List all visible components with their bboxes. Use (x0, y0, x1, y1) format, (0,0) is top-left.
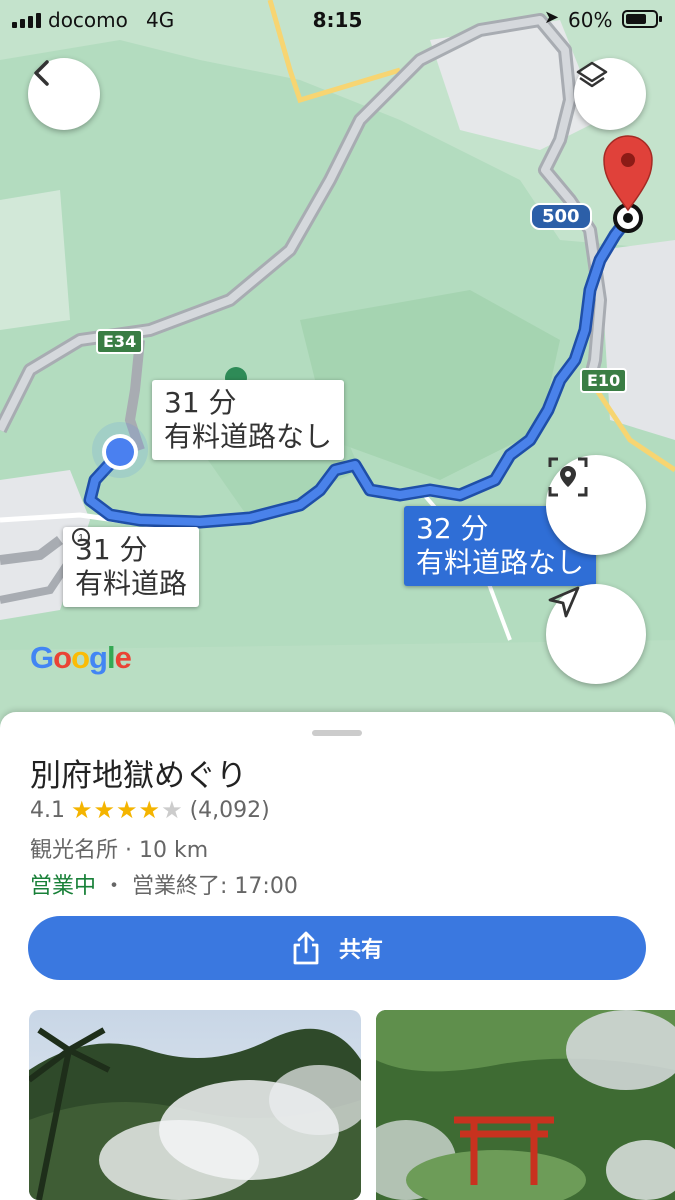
hours-row[interactable]: 営業中 ・ 営業終了: 17:00 (30, 868, 298, 900)
closing-time: 営業終了: 17:00 (132, 874, 298, 899)
road-shield-500: 500 (530, 203, 592, 230)
review-count: (4,092) (189, 797, 270, 823)
route-desc: 有料道路 (75, 567, 188, 600)
road-shield-e34: E34 (96, 329, 144, 354)
place-focus-icon (548, 457, 588, 497)
road-shield-e10: E10 (580, 368, 628, 393)
drag-handle[interactable] (312, 730, 362, 736)
rating-row[interactable]: 4.1 ★★★★★ (4,092) (30, 796, 270, 824)
battery-icon (622, 10, 662, 28)
photo-image (376, 1010, 675, 1200)
back-arrow-icon (34, 60, 49, 86)
status-separator: ・ (103, 874, 126, 899)
open-status: 営業中 (30, 874, 97, 899)
star-rating-icon: ★★★★★ (71, 796, 184, 824)
category-distance: 観光名所 · 10 km (30, 838, 209, 863)
place-title: 別府地獄めぐり (30, 758, 247, 794)
route-time: 31 分 (75, 533, 148, 566)
route-desc: 有料道路なし (164, 420, 333, 453)
photo-image (29, 1010, 361, 1200)
route-label-alt-2[interactable]: 31 分 有料道路 1 (63, 527, 200, 607)
back-button[interactable] (28, 58, 100, 130)
layers-icon (576, 61, 608, 88)
route-time: 31 分 (164, 386, 237, 419)
route-label-alt-1[interactable]: 31 分 有料道路なし (152, 380, 345, 460)
share-label: 共有 (338, 938, 383, 963)
toll-icon: 1 (72, 528, 90, 546)
svg-text:1: 1 (78, 533, 84, 544)
recenter-button[interactable] (546, 584, 646, 684)
navigation-arrow-icon (548, 586, 580, 618)
location-arrow-icon: ➤ (544, 7, 560, 28)
battery-percent: 60% (568, 8, 613, 32)
explore-button[interactable] (546, 455, 646, 555)
torii-garden-photo[interactable] (376, 1010, 675, 1200)
share-button[interactable]: 共有 (28, 916, 646, 980)
route-desc: 有料道路なし (416, 546, 585, 579)
layers-button[interactable] (574, 58, 646, 130)
map-view[interactable]: docomo 4G 8:15 ➤ 60% E34 500 E10 31 分 有料… (0, 0, 675, 760)
place-sheet[interactable]: 別府地獄めぐり 4.1 ★★★★★ (4,092) 観光名所 · 10 km 営… (0, 712, 675, 1200)
google-logo: Google (30, 640, 132, 675)
steam-jungle-photo[interactable] (29, 1010, 361, 1200)
status-bar: docomo 4G 8:15 ➤ 60% (0, 0, 675, 40)
rating-value: 4.1 (30, 797, 65, 823)
share-icon (293, 931, 319, 965)
